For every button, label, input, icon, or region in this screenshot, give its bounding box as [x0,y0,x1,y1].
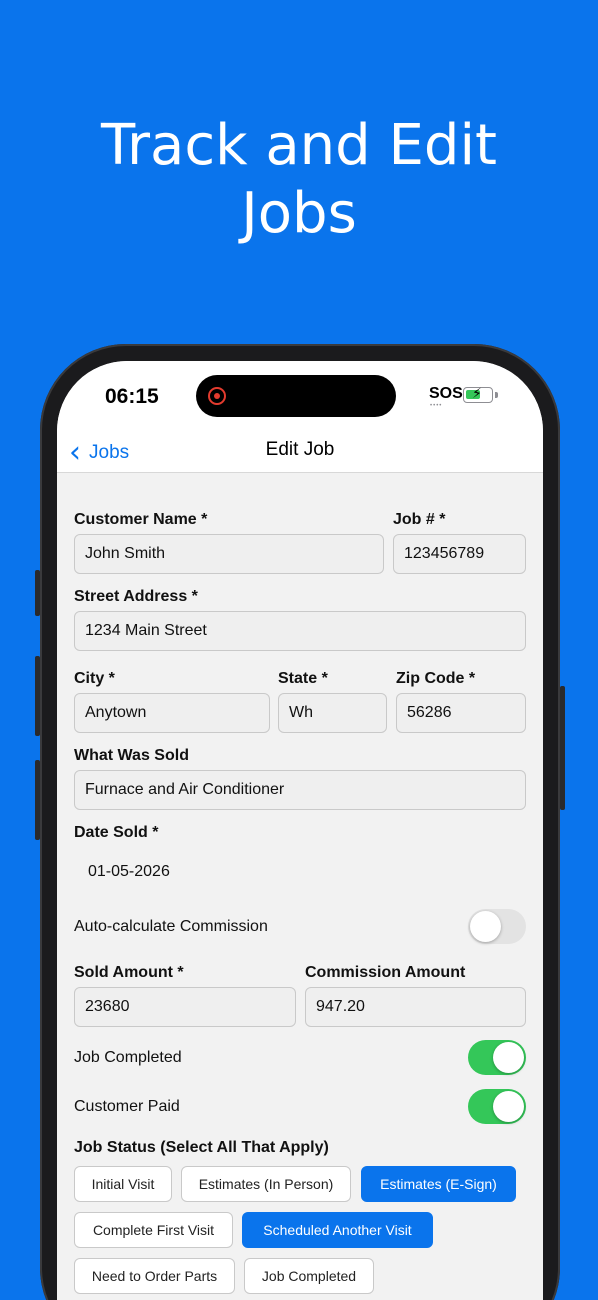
date-sold-label: Date Sold * [74,824,159,841]
status-chip-complete-first-visit[interactable]: Complete First Visit [74,1212,233,1248]
commission-amount-label: Commission Amount [305,964,466,981]
street-address-label: Street Address * [74,588,198,605]
charging-bolt-icon: ⚡ [472,385,482,401]
what-was-sold-label: What Was Sold [74,747,189,764]
what-was-sold-input[interactable] [74,770,526,810]
sos-indicator: SOS [429,385,463,402]
phone-power-button [560,686,565,810]
headline-line-1: Track and Edit [101,113,497,178]
auto-commission-toggle[interactable] [468,909,526,944]
job-status-label: Job Status (Select All That Apply) [74,1139,329,1156]
city-label: City * [74,670,115,687]
phone-volume-up-button [35,656,40,736]
customer-name-label: Customer Name * [74,511,208,528]
sold-amount-label: Sold Amount * [74,964,184,981]
customer-name-input[interactable] [74,534,384,574]
toggle-knob [493,1042,524,1073]
navigation-bar: ‹ Jobs Edit Job [57,433,543,473]
battery-tip [495,392,498,398]
toggle-knob [470,911,501,942]
dynamic-island [196,375,396,417]
status-chip-estimates-e-sign[interactable]: Estimates (E-Sign) [361,1166,516,1202]
signal-dots-icon: •••• [430,403,443,409]
commission-amount-input[interactable] [305,987,526,1027]
phone-screen: 06:15 SOS •••• ⚡ ‹ Jobs Edit Job Custome… [57,361,543,1300]
date-sold-picker[interactable]: 01-05-2026 [88,863,170,881]
state-input[interactable] [278,693,387,733]
status-chip-job-completed[interactable]: Job Completed [244,1258,374,1294]
customer-paid-toggle[interactable] [468,1089,526,1124]
headline-line-2: Jobs [241,181,357,246]
zip-code-input[interactable] [396,693,526,733]
battery-icon: ⚡ [463,385,493,403]
status-chip-scheduled-another-visit[interactable]: Scheduled Another Visit [242,1212,433,1248]
sold-amount-input[interactable] [74,987,296,1027]
job-number-label: Job # * [393,511,446,528]
toggle-knob [493,1091,524,1122]
job-number-input[interactable] [393,534,526,574]
status-chip-initial-visit[interactable]: Initial Visit [74,1166,172,1202]
zip-code-label: Zip Code * [396,670,476,687]
job-completed-label: Job Completed [74,1049,182,1066]
status-time: 06:15 [105,385,159,408]
phone-side-button [35,570,40,616]
state-label: State * [278,670,328,687]
recording-icon [208,387,226,405]
status-chip-estimates-in-person[interactable]: Estimates (In Person) [181,1166,351,1202]
street-address-input[interactable] [74,611,526,651]
status-bar: 06:15 SOS •••• ⚡ [57,361,543,433]
headline: Track and Edit Jobs [0,112,598,248]
page-title: Edit Job [265,439,335,460]
customer-paid-label: Customer Paid [74,1098,180,1115]
city-input[interactable] [74,693,270,733]
job-completed-toggle[interactable] [468,1040,526,1075]
phone-volume-down-button [35,760,40,840]
auto-commission-label: Auto-calculate Commission [74,918,268,935]
status-chip-need-to-order-parts[interactable]: Need to Order Parts [74,1258,235,1294]
